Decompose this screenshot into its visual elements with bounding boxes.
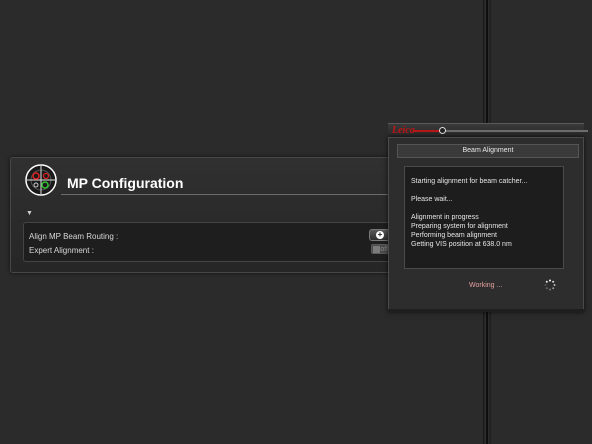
align-mp-beam-routing-label: Align MP Beam Routing :: [29, 232, 119, 241]
alignment-log: Starting alignment for beam catcher... P…: [404, 166, 564, 269]
log-line: Preparing system for alignment: [411, 223, 508, 230]
leica-logo: Leica: [392, 125, 415, 136]
spinner-icon: [544, 279, 556, 291]
log-line: Getting VIS position at 638.0 nm: [411, 241, 512, 248]
title-underline: [61, 194, 409, 195]
dialog-bottom-edge: [388, 309, 584, 312]
brand-red-line: [413, 130, 442, 132]
mp-settings-group: Align MP Beam Routing : + Expert Alignme…: [23, 222, 399, 262]
dialog-top-bar: Leica: [388, 123, 588, 138]
log-line: Alignment in progress: [411, 214, 479, 221]
expert-alignment-label: Expert Alignment :: [29, 246, 94, 255]
log-line: Starting alignment for beam catcher...: [411, 178, 528, 185]
beam-alignment-dialog: Beam Alignment Starting alignment for be…: [388, 137, 584, 312]
dialog-top-line: [442, 130, 588, 132]
status-text: Working ...: [469, 282, 503, 289]
toggle-knob: [373, 246, 380, 253]
mp-target-icon: [25, 164, 57, 196]
log-line: Performing beam alignment: [411, 232, 497, 239]
page-title: MP Configuration: [67, 175, 184, 191]
plus-icon: +: [376, 230, 384, 239]
log-line: Please wait...: [411, 196, 453, 203]
mp-configuration-panel: MP Configuration ▼ Align MP Beam Routing…: [10, 157, 410, 273]
dialog-title: Beam Alignment: [397, 144, 579, 158]
ring-icon: [439, 127, 446, 134]
collapse-caret-icon[interactable]: ▼: [26, 210, 33, 217]
toggle-state-label: off: [380, 246, 388, 253]
